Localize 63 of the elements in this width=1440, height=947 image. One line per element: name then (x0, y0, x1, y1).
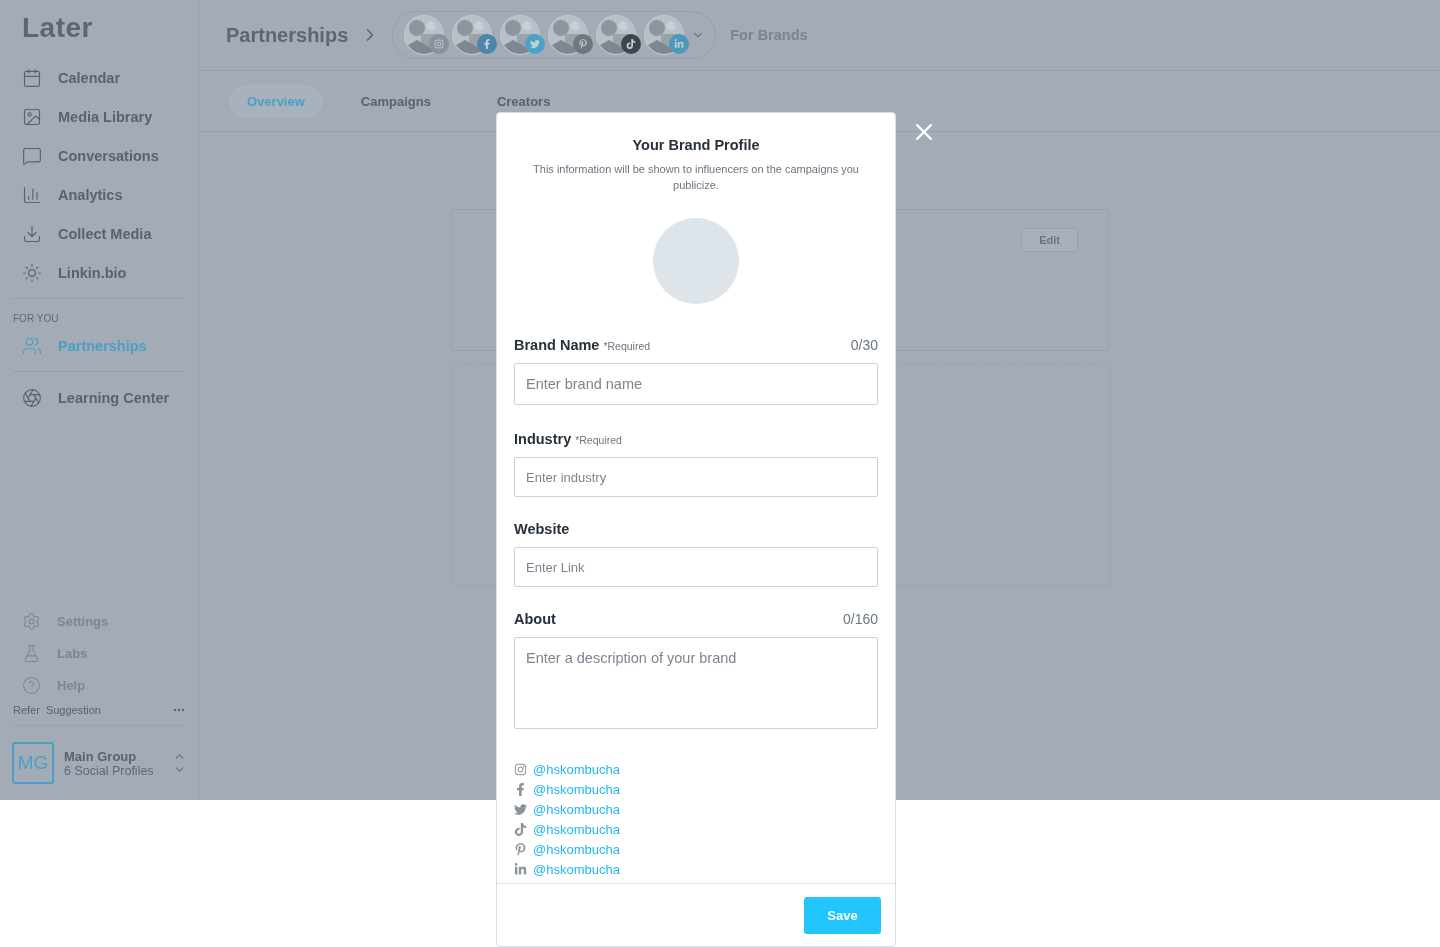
input-field[interactable]: Enter Link (514, 547, 878, 587)
field-label: Industry (514, 431, 572, 447)
facebook-icon (477, 34, 498, 54)
social-handle-link[interactable]: @hskombucha (533, 781, 620, 797)
account-avatar: MG (12, 742, 54, 784)
nav-icon (22, 223, 42, 244)
nav-icon (22, 335, 42, 356)
instagram-icon (514, 762, 527, 776)
account-subtitle: 6 Social Profiles (64, 763, 155, 778)
account-name: Main Group (64, 748, 138, 764)
modal-title: Your Brand Profile (631, 137, 761, 153)
save-button[interactable]: Save (804, 896, 881, 934)
footer-link[interactable]: Suggestion (45, 704, 101, 716)
sidebar-item[interactable]: Conversations (12, 136, 186, 175)
linkedin-icon (669, 34, 690, 54)
twitter-icon (525, 34, 546, 54)
tab[interactable]: Overview (229, 84, 323, 118)
twitter-icon (514, 802, 527, 816)
field-label: Brand Name (514, 337, 600, 353)
field-label: About (514, 611, 556, 627)
social-handle-link[interactable]: @hskombucha (533, 801, 620, 817)
sidebar-item[interactable]: Collect Media (12, 214, 186, 253)
social-handle-link[interactable]: @hskombucha (533, 861, 620, 877)
social-handle-link[interactable]: @hskombucha (533, 761, 620, 777)
input-field[interactable]: Enter industry (514, 457, 878, 497)
sidebar-item[interactable]: Linkin.bio (12, 253, 186, 292)
nav-icon (22, 643, 41, 663)
nav-icon (22, 106, 42, 127)
logo: Later (21, 12, 94, 45)
character-counter: 0/30 (850, 337, 878, 353)
pinterest-icon (573, 34, 594, 54)
tab[interactable]: Campaigns (342, 84, 449, 118)
nav-icon (22, 387, 42, 408)
required-hint: *Required (575, 434, 622, 446)
tiktok-icon (514, 822, 527, 836)
sidebar-item[interactable]: Learning Center (12, 378, 186, 417)
tiktok-icon (621, 34, 642, 54)
character-counter: 0/160 (842, 611, 878, 627)
nav-icon (22, 145, 42, 166)
nav-icon (22, 675, 41, 695)
textarea-field[interactable]: Enter a description of your brand (514, 637, 878, 729)
social-handle-link[interactable]: @hskombucha (533, 821, 620, 837)
sidebar-item[interactable]: Calendar (12, 58, 186, 97)
nav-icon (22, 184, 42, 205)
facebook-icon (514, 782, 527, 796)
input-field[interactable]: Enter brand name (514, 363, 878, 405)
modal-subtitle: This information will be shown to influencers on the campaigns you publicize. (532, 162, 860, 193)
nav-icon (22, 262, 42, 283)
social-handle-link[interactable]: @hskombucha (533, 841, 620, 857)
page-title: Partnerships (226, 23, 349, 47)
required-hint: *Required (603, 340, 651, 352)
section-label: FOR YOU (13, 313, 60, 324)
instagram-icon (429, 34, 450, 54)
linkedin-icon (514, 862, 527, 876)
footer-link[interactable]: Refer (13, 704, 40, 716)
sidebar-item[interactable]: Partnerships (12, 326, 186, 365)
sidebar-item[interactable]: Analytics (12, 175, 186, 214)
pinterest-icon (514, 842, 527, 856)
sidebar-item[interactable]: Media Library (12, 97, 186, 136)
edit-button[interactable]: Edit (1021, 228, 1078, 252)
nav-icon (22, 67, 42, 88)
nav-icon (22, 611, 41, 631)
field-label: Website (514, 521, 570, 537)
